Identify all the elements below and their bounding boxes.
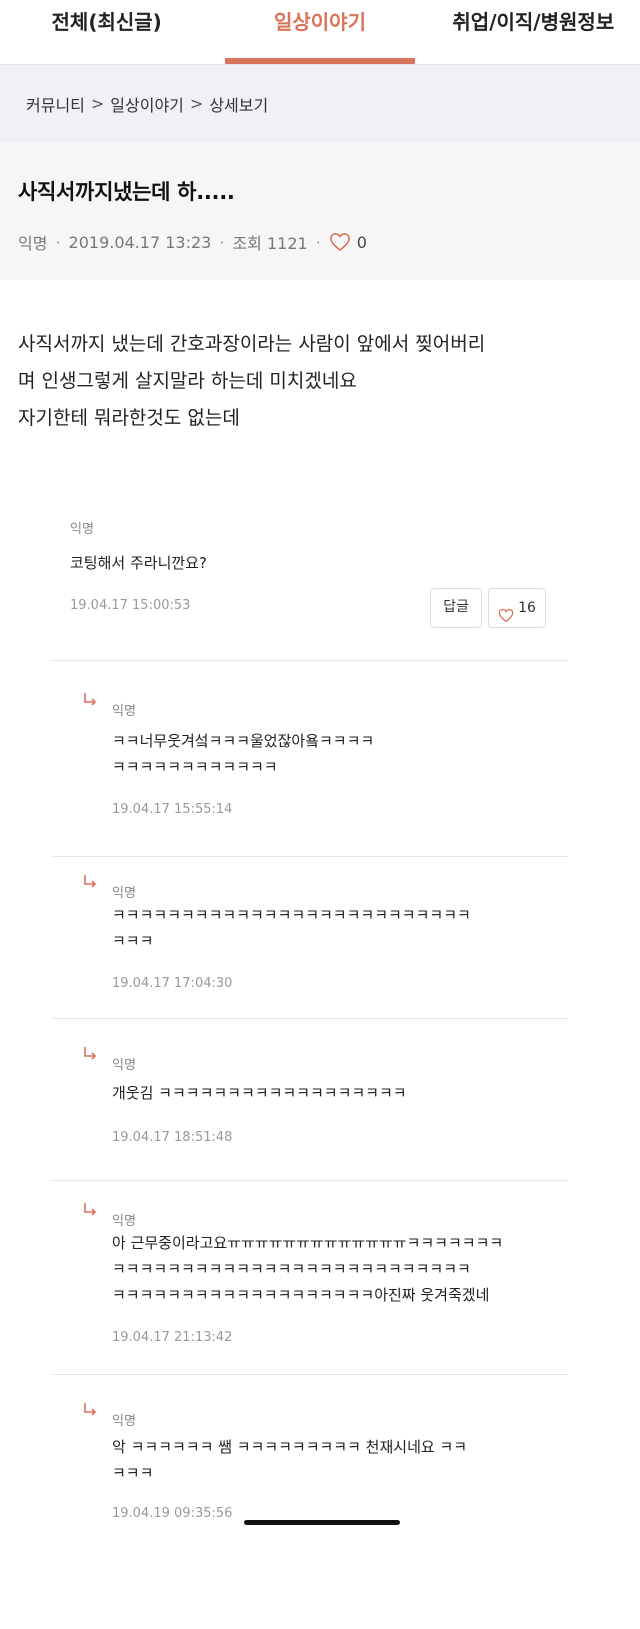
- post-meta: 익명 · 2019.04.17 13:23 · 조회 1121 · 0: [18, 230, 622, 254]
- post-like-count: 0: [356, 232, 367, 252]
- reply-author: 익명: [112, 1058, 136, 1073]
- meta-separator: ·: [219, 232, 225, 252]
- post-datetime: 2019.04.17 13:23: [68, 232, 212, 252]
- reply-arrow-icon: [82, 874, 98, 890]
- reply-button[interactable]: 답글: [430, 588, 482, 628]
- reply-text: ㅋㅋ너무웃겨섴ㅋㅋㅋ울었잖아욬ㅋㅋㅋㅋ ㅋㅋㅋㅋㅋㅋㅋㅋㅋㅋㅋㅋ: [112, 728, 552, 780]
- reply-text: 악 ㅋㅋㅋㅋㅋㅋ 쌤 ㅋㅋㅋㅋㅋㅋㅋㅋㅋ 천재시네요 ㅋㅋ ㅋㅋㅋ: [112, 1434, 552, 1486]
- category-tabs: 전체(최신글) 일상이야기 취업/이직/병원정보: [0, 0, 640, 64]
- reply-date: 19.04.17 18:51:48: [112, 1130, 233, 1145]
- comment-date: 19.04.17 15:00:53: [70, 598, 191, 613]
- reply-text-line: ㅋㅋㅋ: [112, 1464, 154, 1482]
- reply-text: 개웃김 ㅋㅋㅋㅋㅋㅋㅋㅋㅋㅋㅋㅋㅋㅋㅋㅋㅋㅋ: [112, 1080, 552, 1106]
- reply-text-line: ㅋㅋㅋ: [112, 932, 154, 950]
- reply-text-line: 악 ㅋㅋㅋㅋㅋㅋ 쌤 ㅋㅋㅋㅋㅋㅋㅋㅋㅋ 천재시네요 ㅋㅋ: [112, 1438, 468, 1456]
- breadcrumb-separator: >: [90, 94, 105, 113]
- tab-jobs[interactable]: 취업/이직/병원정보: [427, 0, 640, 64]
- reply-arrow-icon: [82, 1046, 98, 1062]
- reply-date: 19.04.17 17:04:30: [112, 976, 233, 991]
- reply-text-line: ㅋㅋㅋㅋㅋㅋㅋㅋㅋㅋㅋㅋㅋㅋㅋㅋㅋㅋㅋ아진짜 웃겨죽겠네: [112, 1286, 490, 1304]
- reply-date: 19.04.19 09:35:56: [112, 1506, 233, 1521]
- reply-text-line: ㅋㅋㅋㅋㅋㅋㅋㅋㅋㅋㅋㅋㅋㅋㅋㅋㅋㅋㅋㅋㅋㅋㅋㅋㅋㅋ: [112, 906, 471, 924]
- heart-outline-icon: [498, 601, 514, 622]
- reply-date: 19.04.17 15:55:14: [112, 802, 233, 817]
- comment-like-count: 16: [518, 600, 536, 616]
- reply-author: 익명: [112, 1414, 136, 1429]
- tab-daily[interactable]: 일상이야기: [213, 0, 426, 64]
- reply-text-line: ㅋㅋㅋㅋㅋㅋㅋㅋㅋㅋㅋㅋ: [112, 758, 278, 776]
- comment-author: 익명: [70, 522, 94, 537]
- reply-text-line: 아 근무중이라고요ㅠㅠㅠㅠㅠㅠㅠㅠㅠㅠㅠㅠㅠㅋㅋㅋㅋㅋㅋㅋ: [112, 1234, 504, 1252]
- post-body-line: 자기한테 뭐라한것도 없는데: [18, 407, 240, 429]
- reply-date: 19.04.17 21:13:42: [112, 1330, 233, 1345]
- breadcrumb-community[interactable]: 커뮤니티: [26, 92, 85, 116]
- post-body-line: 며 인생그렇게 살지말라 하는데 미치겠네요: [18, 370, 357, 392]
- divider: [52, 1018, 568, 1019]
- breadcrumb-detail: 상세보기: [209, 95, 269, 115]
- post-header: 사직서까지냈는데 하..... 익명 · 2019.04.17 13:23 · …: [0, 142, 640, 280]
- reply-author: 익명: [112, 704, 136, 719]
- comment-text: 코팅해서 주라니깐요?: [70, 554, 207, 572]
- reply-text: ㅋㅋㅋㅋㅋㅋㅋㅋㅋㅋㅋㅋㅋㅋㅋㅋㅋㅋㅋㅋㅋㅋㅋㅋㅋㅋ ㅋㅋㅋ: [112, 902, 552, 954]
- reply-author: 익명: [112, 1214, 136, 1229]
- reply-arrow-icon: [82, 692, 98, 708]
- reply-text-line: ㅋㅋ너무웃겨섴ㅋㅋㅋ울었잖아욬ㅋㅋㅋㅋ: [112, 732, 375, 750]
- meta-separator: ·: [315, 232, 321, 252]
- breadcrumb-separator: >: [189, 94, 204, 113]
- reply-text: 아 근무중이라고요ㅠㅠㅠㅠㅠㅠㅠㅠㅠㅠㅠㅠㅠㅋㅋㅋㅋㅋㅋㅋ ㅋㅋㅋㅋㅋㅋㅋㅋㅋㅋ…: [112, 1230, 552, 1308]
- reply-arrow-icon: [82, 1402, 98, 1418]
- reply-arrow-icon: [82, 1202, 98, 1218]
- divider: [52, 856, 568, 857]
- divider: [52, 1180, 568, 1181]
- divider: [52, 660, 568, 661]
- heart-outline-icon[interactable]: [329, 232, 351, 252]
- reply-author: 익명: [112, 886, 136, 901]
- meta-separator: ·: [55, 232, 61, 252]
- breadcrumb: 커뮤니티 > 일상이야기 > 상세보기: [0, 64, 640, 142]
- post-title: 사직서까지냈는데 하.....: [18, 180, 235, 204]
- post-body-line: 사직서까지 냈는데 간호과장이라는 사람이 앞에서 찢어버리: [18, 333, 486, 355]
- reply-text-line: 개웃김 ㅋㅋㅋㅋㅋㅋㅋㅋㅋㅋㅋㅋㅋㅋㅋㅋㅋㅋ: [112, 1084, 407, 1102]
- tab-all[interactable]: 전체(최신글): [0, 0, 213, 64]
- home-indicator[interactable]: [244, 1520, 400, 1525]
- post-views: 조회 1121: [232, 234, 308, 253]
- reply-text-line: ㅋㅋㅋㅋㅋㅋㅋㅋㅋㅋㅋㅋㅋㅋㅋㅋㅋㅋㅋㅋㅋㅋㅋㅋㅋㅋ: [112, 1260, 471, 1278]
- divider: [52, 1374, 568, 1375]
- breadcrumb-daily[interactable]: 일상이야기: [110, 92, 184, 116]
- post-author: 익명: [18, 234, 48, 253]
- comment-like-button[interactable]: 16: [488, 588, 546, 628]
